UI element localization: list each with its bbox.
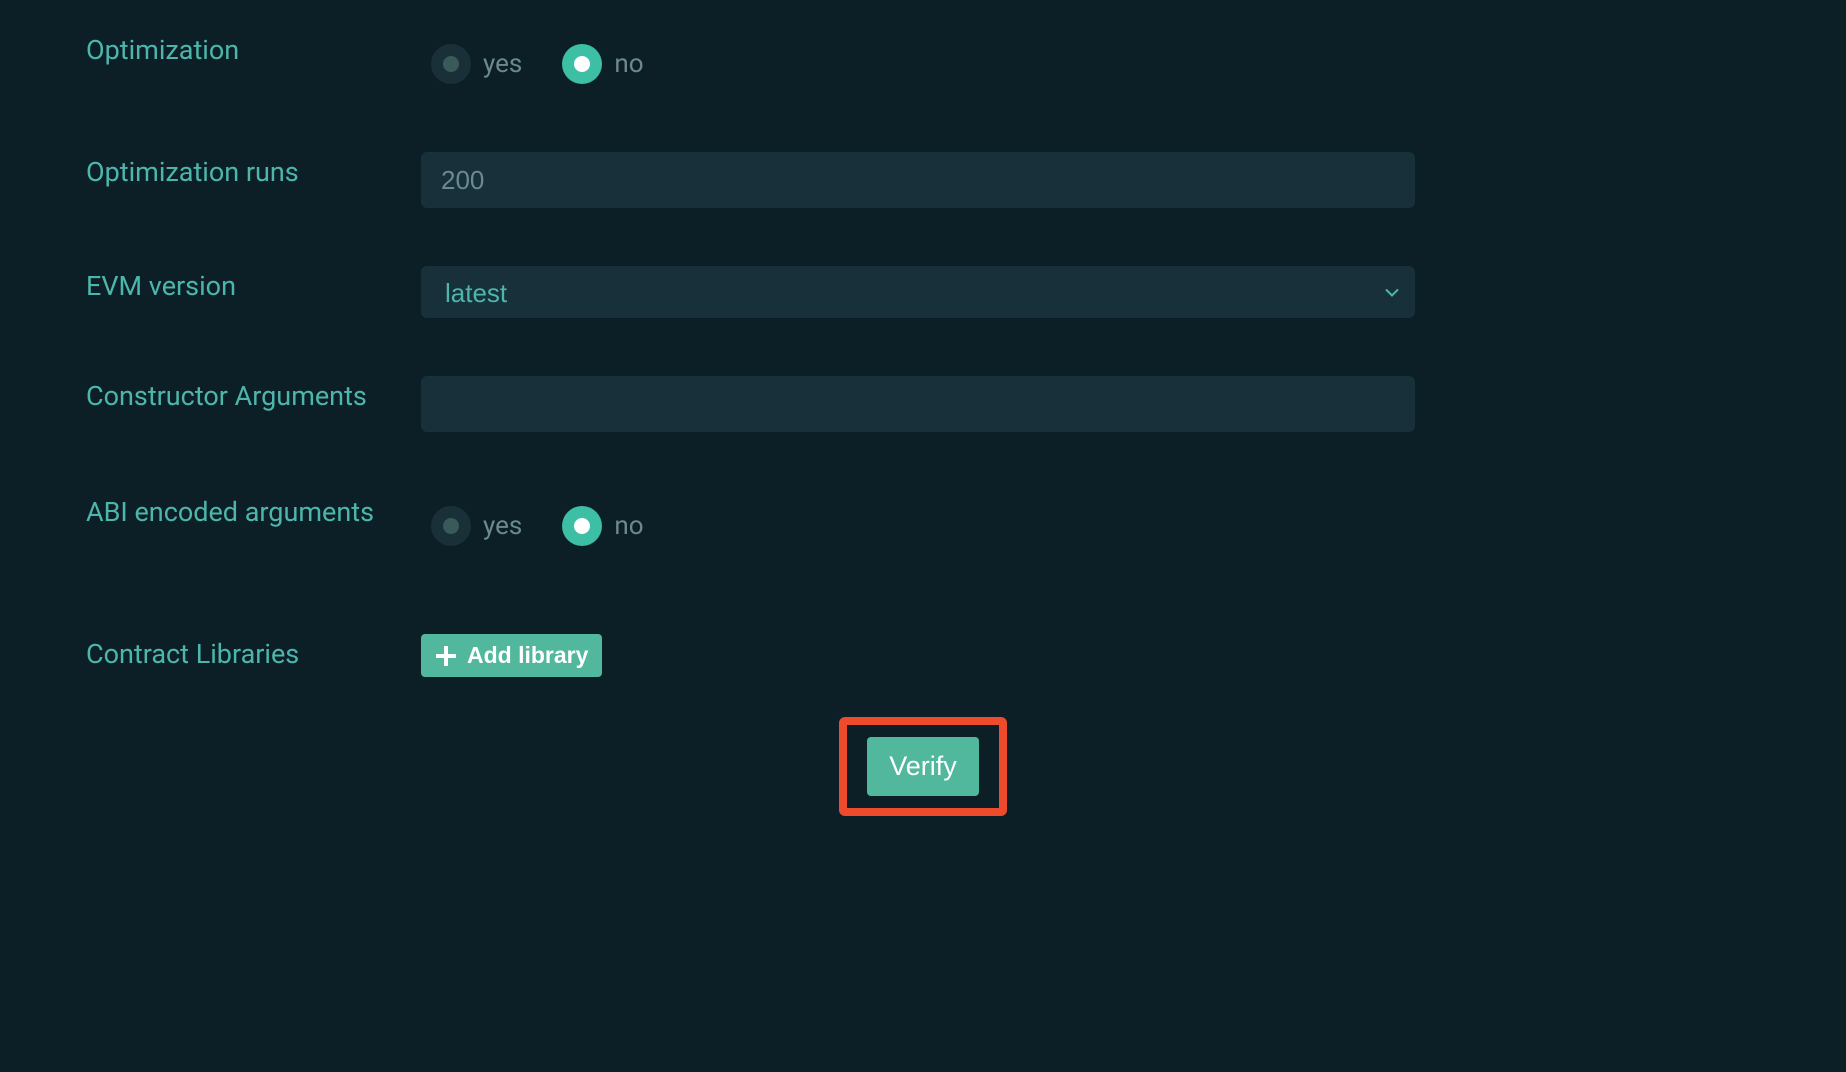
constructor-arguments-row: Constructor Arguments <box>0 376 1846 432</box>
abi-encoded-row: ABI encoded arguments yes no <box>0 492 1846 546</box>
optimization-yes-label: yes <box>483 49 522 79</box>
evm-version-select[interactable]: latest <box>421 266 1415 318</box>
abi-encoded-no-option[interactable]: no <box>562 506 643 546</box>
contract-libraries-label: Contract Libraries <box>86 634 421 670</box>
optimization-runs-input[interactable] <box>421 152 1415 208</box>
optimization-radio-group: yes no <box>421 30 1415 84</box>
add-library-button[interactable]: Add library <box>421 634 602 677</box>
abi-encoded-no-label: no <box>614 511 643 541</box>
plus-icon <box>435 645 457 667</box>
evm-version-controls: latest <box>421 266 1415 318</box>
abi-encoded-label: ABI encoded arguments <box>86 492 421 528</box>
verify-button[interactable]: Verify <box>867 737 979 796</box>
abi-encoded-yes-option[interactable]: yes <box>431 506 522 546</box>
evm-version-label: EVM version <box>86 266 421 302</box>
evm-version-row: EVM version latest <box>0 266 1846 318</box>
radio-icon <box>431 44 471 84</box>
constructor-arguments-label: Constructor Arguments <box>86 376 421 412</box>
optimization-runs-label: Optimization runs <box>86 152 421 188</box>
optimization-controls: yes no <box>421 30 1415 84</box>
optimization-runs-row: Optimization runs <box>0 152 1846 208</box>
radio-icon <box>562 506 602 546</box>
abi-encoded-controls: yes no <box>421 492 1415 546</box>
optimization-no-label: no <box>614 49 643 79</box>
optimization-row: Optimization yes no <box>0 30 1846 84</box>
radio-icon <box>431 506 471 546</box>
constructor-arguments-controls <box>421 376 1415 432</box>
optimization-no-option[interactable]: no <box>562 44 643 84</box>
abi-encoded-radio-group: yes no <box>421 492 1415 546</box>
verify-highlight: Verify <box>839 717 1007 816</box>
contract-libraries-row: Contract Libraries Add library <box>0 634 1846 677</box>
optimization-yes-option[interactable]: yes <box>431 44 522 84</box>
evm-version-select-wrapper: latest <box>421 266 1415 318</box>
optimization-label: Optimization <box>86 30 421 66</box>
radio-icon <box>562 44 602 84</box>
constructor-arguments-input[interactable] <box>421 376 1415 432</box>
abi-encoded-yes-label: yes <box>483 511 522 541</box>
verify-container: Verify <box>0 717 1846 816</box>
contract-libraries-controls: Add library <box>421 634 1415 677</box>
add-library-button-text: Add library <box>467 642 588 669</box>
optimization-runs-controls <box>421 152 1415 208</box>
